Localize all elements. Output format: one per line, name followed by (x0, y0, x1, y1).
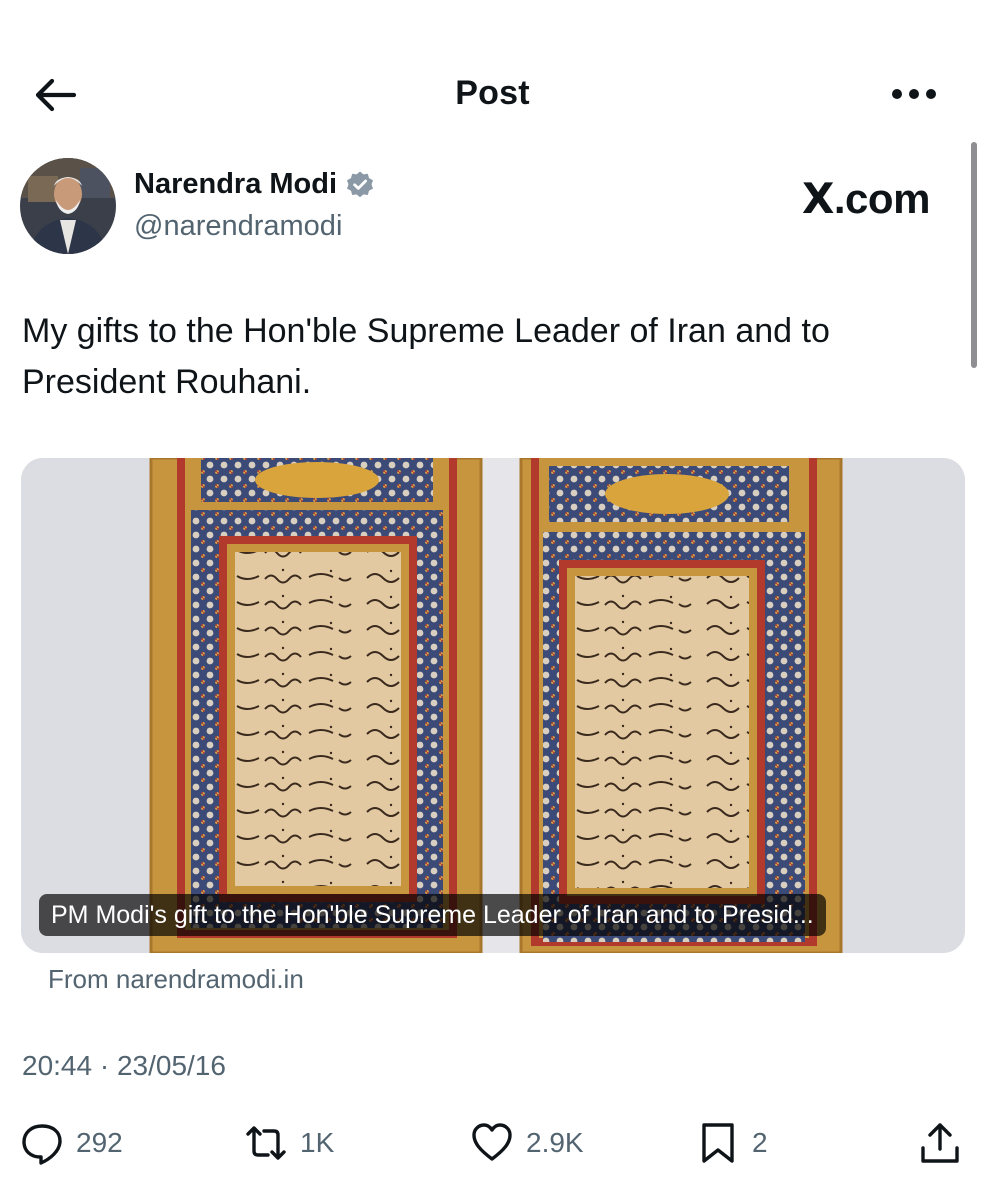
top-bar: Post (0, 60, 985, 130)
bookmark-button[interactable]: 2 (696, 1118, 768, 1168)
scrollbar[interactable] (971, 142, 977, 368)
reply-icon (22, 1124, 62, 1165)
link-card-source[interactable]: From narendramodi.in (48, 964, 304, 995)
repost-button[interactable]: 1K (244, 1118, 334, 1168)
avatar-image (20, 158, 116, 254)
right-manuscript-page (519, 458, 843, 953)
verified-badge-icon[interactable] (345, 170, 375, 200)
more-options-button[interactable] (884, 78, 944, 110)
like-count: 2.9K (526, 1127, 584, 1158)
page-title: Post (455, 74, 530, 112)
avatar[interactable] (20, 158, 116, 254)
bookmark-icon (702, 1123, 734, 1163)
more-horizontal-icon (892, 89, 936, 99)
like-button[interactable]: 2.9K (470, 1118, 584, 1168)
reply-count: 292 (76, 1127, 123, 1158)
author-handle[interactable]: @narendramodi (134, 210, 342, 243)
link-card[interactable]: PM Modi's gift to the Hon'ble Supreme Le… (21, 458, 965, 953)
manuscript-image (21, 458, 965, 953)
link-card-caption: PM Modi's gift to the Hon'ble Supreme Le… (39, 894, 826, 936)
x-logo-letter: X (802, 174, 834, 223)
x-logo: X.com (802, 174, 930, 223)
post-author: Narendra Modi @narendramodi X.com (20, 158, 960, 258)
post-timestamp[interactable]: 20:44 · 23/05/16 (22, 1050, 226, 1082)
post-text: My gifts to the Hon'ble Supreme Leader o… (22, 312, 830, 401)
share-button[interactable] (918, 1118, 962, 1168)
share-icon (921, 1123, 959, 1163)
author-name[interactable]: Narendra Modi (134, 168, 337, 201)
reply-button[interactable]: 292 (20, 1118, 123, 1168)
bookmark-count: 2 (752, 1127, 768, 1158)
post-actions: 292 1K 2.9K 2 (0, 1118, 985, 1168)
heart-icon (472, 1123, 512, 1161)
repost-count: 1K (300, 1127, 335, 1158)
x-logo-suffix: .com (833, 175, 931, 222)
repost-icon (246, 1126, 286, 1160)
left-manuscript-page (149, 458, 483, 953)
